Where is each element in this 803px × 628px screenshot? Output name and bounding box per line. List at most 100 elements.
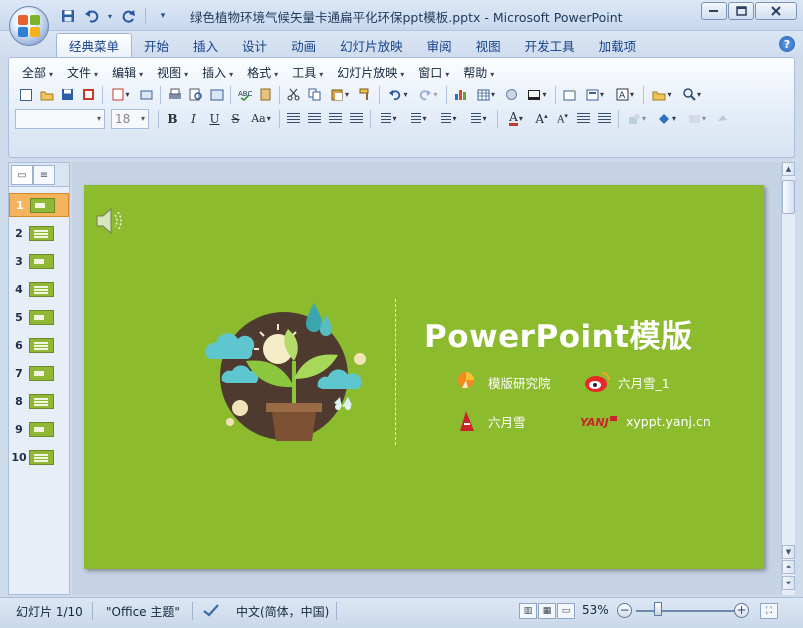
scroll-thumb[interactable] xyxy=(782,180,795,214)
menu-file[interactable]: 文件 ▾ xyxy=(60,62,105,83)
undo-icon[interactable] xyxy=(82,7,102,25)
open-folder-icon[interactable] xyxy=(647,84,677,105)
vertical-scrollbar[interactable]: ▲ ▼ ⏶ ⏷ xyxy=(781,162,795,595)
increase-indent-icon[interactable] xyxy=(594,108,615,129)
slide-thumbnail[interactable]: 6 xyxy=(9,333,69,357)
cut-icon[interactable] xyxy=(283,84,304,105)
save-icon[interactable] xyxy=(57,84,78,105)
slide-thumbnail[interactable]: 4 xyxy=(9,277,69,301)
format-painter-icon[interactable] xyxy=(355,84,376,105)
fit-to-window-icon[interactable]: ⛶ xyxy=(760,603,778,619)
change-case-icon[interactable]: Aa xyxy=(246,108,276,129)
text-direction-icon[interactable] xyxy=(374,108,404,129)
shrink-font-icon[interactable]: A▾ xyxy=(552,108,573,129)
menu-format[interactable]: 格式 ▾ xyxy=(240,62,285,83)
maximize-button[interactable] xyxy=(728,2,754,20)
redo-icon[interactable] xyxy=(118,7,138,25)
tab-developer[interactable]: 开发工具 xyxy=(513,33,587,57)
help-icon[interactable]: ? xyxy=(779,36,795,52)
numbering-icon[interactable] xyxy=(434,108,464,129)
menu-tools[interactable]: 工具 ▾ xyxy=(285,62,330,83)
slide-thumbnail[interactable]: 10 xyxy=(9,445,69,469)
tab-classic-menu[interactable]: 经典菜单 xyxy=(56,33,133,57)
slides-tab-icon[interactable]: ▭ xyxy=(11,165,33,185)
align-center-icon[interactable] xyxy=(304,108,325,129)
shapes-icon[interactable] xyxy=(622,108,652,129)
menu-insert[interactable]: 插入 ▾ xyxy=(195,62,240,83)
previous-slide-icon[interactable]: ⏶ xyxy=(782,560,795,574)
bold-icon[interactable]: B xyxy=(162,108,183,129)
redo-icon[interactable] xyxy=(413,84,443,105)
normal-view-icon[interactable]: ▥ xyxy=(519,603,537,619)
justify-icon[interactable] xyxy=(346,108,367,129)
zoom-in-icon[interactable]: + xyxy=(734,603,749,618)
paste-icon[interactable] xyxy=(325,84,355,105)
strikethrough-icon[interactable]: S xyxy=(225,108,246,129)
minimize-button[interactable] xyxy=(701,2,727,20)
insert-chart-icon[interactable] xyxy=(450,84,471,105)
align-left-icon[interactable] xyxy=(283,108,304,129)
speaker-icon[interactable] xyxy=(94,205,128,237)
office-button[interactable] xyxy=(9,6,49,46)
bullets-icon[interactable] xyxy=(464,108,494,129)
menu-slide-show[interactable]: 幻灯片放映 ▾ xyxy=(330,62,411,83)
slide-title[interactable]: PowerPoint模版 xyxy=(424,311,693,356)
layout-icon[interactable] xyxy=(206,84,227,105)
zoom-slider-handle[interactable] xyxy=(654,602,662,616)
menu-view[interactable]: 视图 ▾ xyxy=(150,62,195,83)
insert-table-icon[interactable] xyxy=(471,84,501,105)
slide-canvas[interactable]: PowerPoint模版 模版研究院 六月雪_1 六月雪 YANJ xyppt.… xyxy=(84,185,764,569)
slide-thumbnail[interactable]: 3 xyxy=(9,249,69,273)
save-icon[interactable] xyxy=(58,7,78,25)
attach-icon[interactable] xyxy=(136,84,157,105)
scroll-down-icon[interactable]: ▼ xyxy=(782,545,795,559)
language-indicator[interactable]: 中文(简体，中国) xyxy=(236,603,329,620)
font-color-icon[interactable]: A xyxy=(501,108,531,129)
zoom-out-icon[interactable]: − xyxy=(617,603,632,618)
decrease-indent-icon[interactable] xyxy=(573,108,594,129)
slide-sorter-view-icon[interactable]: ▦ xyxy=(538,603,556,619)
insert-picture-icon[interactable] xyxy=(522,84,552,105)
publish-pdf-icon[interactable] xyxy=(106,84,136,105)
slide-thumbnail[interactable]: 7 xyxy=(9,361,69,385)
italic-icon[interactable]: I xyxy=(183,108,204,129)
tab-animations[interactable]: 动画 xyxy=(279,33,328,57)
insert-clip-art-icon[interactable] xyxy=(501,84,522,105)
slide-show-view-icon[interactable]: ▭ xyxy=(557,603,575,619)
arrange-icon[interactable] xyxy=(652,108,682,129)
slide-thumbnail[interactable]: 1 xyxy=(9,193,69,217)
align-text-icon[interactable] xyxy=(404,108,434,129)
print-preview-icon[interactable] xyxy=(185,84,206,105)
tab-home[interactable]: 开始 xyxy=(132,33,181,57)
tab-view[interactable]: 视图 xyxy=(464,33,513,57)
outline-tab-icon[interactable]: ≡ xyxy=(33,165,55,185)
quick-styles-icon[interactable] xyxy=(682,108,712,129)
new-document-icon[interactable] xyxy=(15,84,36,105)
zoom-level[interactable]: 53% xyxy=(582,603,609,617)
next-slide-icon[interactable]: ⏷ xyxy=(782,576,795,590)
grow-font-icon[interactable]: A▴ xyxy=(531,108,552,129)
menu-window[interactable]: 窗口 ▾ xyxy=(411,62,456,83)
slide-thumbnail[interactable]: 2 xyxy=(9,221,69,245)
font-size-combo[interactable]: 18 ▾ xyxy=(111,108,149,129)
menu-help[interactable]: 帮助 ▾ xyxy=(456,62,501,83)
zoom-slider[interactable] xyxy=(636,610,734,612)
font-name-combo[interactable]: ▾ xyxy=(15,108,105,129)
align-right-icon[interactable] xyxy=(325,108,346,129)
tab-insert[interactable]: 插入 xyxy=(181,33,230,57)
text-box-icon[interactable]: A xyxy=(610,84,640,105)
permission-icon[interactable] xyxy=(78,84,99,105)
tab-review[interactable]: 审阅 xyxy=(415,33,464,57)
research-icon[interactable] xyxy=(255,84,276,105)
slide-thumbnail[interactable]: 5 xyxy=(9,305,69,329)
spelling-icon[interactable]: ABC xyxy=(234,84,255,105)
undo-dropdown-icon[interactable]: ▾ xyxy=(106,7,114,25)
tab-design[interactable]: 设计 xyxy=(230,33,279,57)
close-button[interactable] xyxy=(755,2,797,20)
qat-customize-icon[interactable]: ▾ xyxy=(153,7,173,25)
find-icon[interactable] xyxy=(677,84,707,105)
tab-slide-show[interactable]: 幻灯片放映 xyxy=(328,33,415,57)
copy-icon[interactable] xyxy=(304,84,325,105)
open-folder-icon[interactable] xyxy=(36,84,57,105)
slide-thumbnail[interactable]: 8 xyxy=(9,389,69,413)
